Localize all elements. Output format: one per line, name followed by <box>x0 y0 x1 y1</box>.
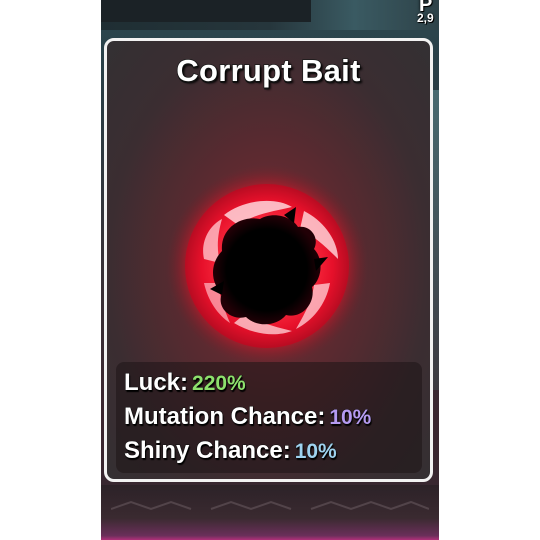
background-floor-pattern <box>111 500 429 511</box>
stat-value-luck: 220% <box>192 372 247 396</box>
stat-value-shiny-chance: 10% <box>294 440 337 464</box>
stat-row-mutation-chance: Mutation Chance: 10% <box>123 403 372 435</box>
stat-value-mutation-chance: 10% <box>329 406 372 430</box>
item-title: Corrupt Bait <box>176 52 362 89</box>
item-card[interactable]: Corrupt Bait Luck: 220% Mutation Chance:… <box>104 38 433 482</box>
background-top-shadow <box>101 0 311 22</box>
hud-corner-number: 2,9 <box>417 11 434 25</box>
stat-label-mutation-chance: Mutation Chance: <box>123 403 326 431</box>
stat-row-shiny-chance: Shiny Chance: 10% <box>124 437 338 469</box>
stat-label-shiny-chance: Shiny Chance: <box>124 437 292 465</box>
stat-label-luck: Luck: <box>123 369 189 397</box>
corrupt-bait-orb-icon <box>164 163 370 369</box>
stat-row-luck: Luck: 220% <box>123 369 247 401</box>
stats-panel: Luck: 220% Mutation Chance: 10% Shiny Chan… <box>116 362 422 473</box>
